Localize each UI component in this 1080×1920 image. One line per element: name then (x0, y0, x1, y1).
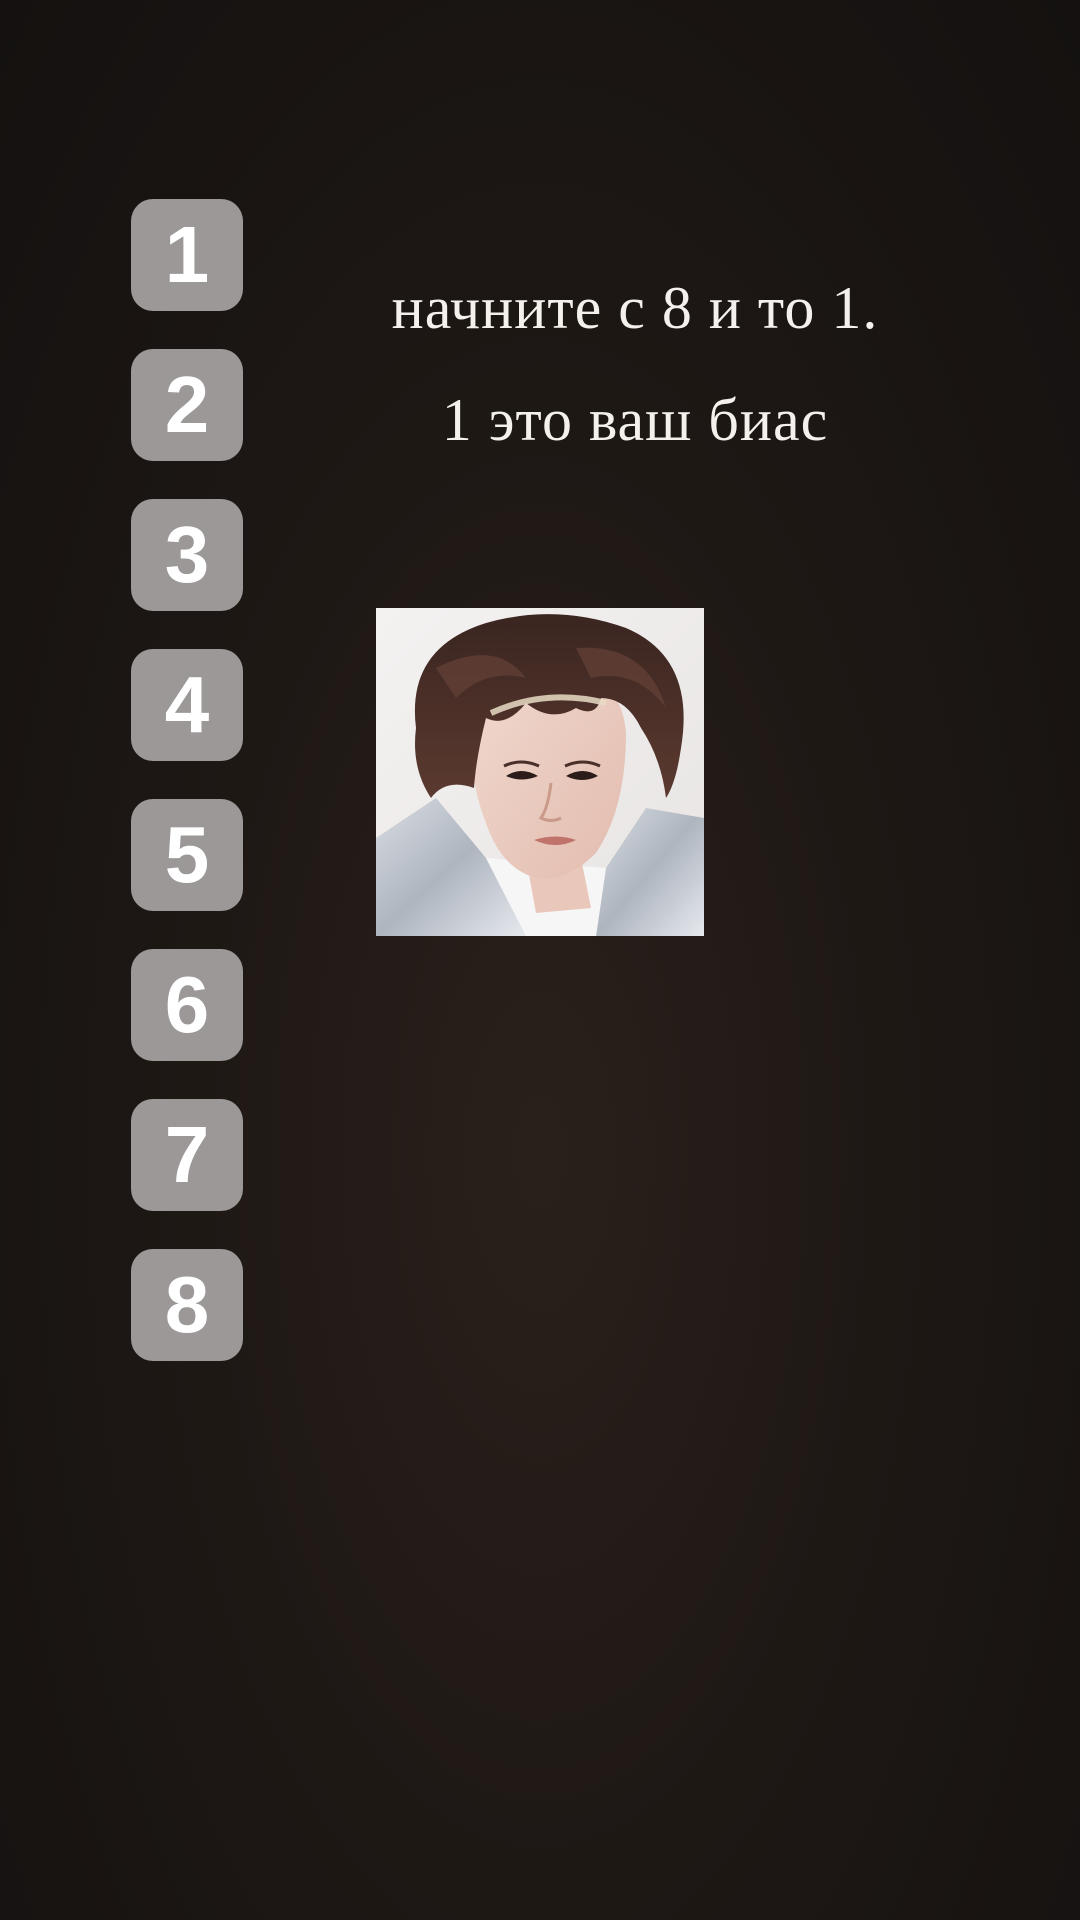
rank-slot-1[interactable]: 1 (131, 199, 243, 311)
rank-slot-3[interactable]: 3 (131, 499, 243, 611)
rank-number: 2 (164, 360, 210, 449)
rank-slot-5[interactable]: 5 (131, 799, 243, 911)
bias-note-text: 1 это ваш биас (441, 387, 829, 453)
rank-list: 1 2 3 4 5 6 7 8 (131, 199, 243, 1361)
rank-slot-2[interactable]: 2 (131, 349, 243, 461)
rank-number: 6 (164, 960, 210, 1049)
rank-number: 8 (164, 1260, 210, 1349)
portrait-photo[interactable] (376, 608, 704, 936)
rank-number: 4 (164, 660, 210, 749)
rank-slot-6[interactable]: 6 (131, 949, 243, 1061)
rank-number: 7 (164, 1110, 210, 1199)
rank-slot-8[interactable]: 8 (131, 1249, 243, 1361)
instruction-text: начните с 8 и то 1. (391, 275, 879, 341)
rank-number: 5 (164, 810, 210, 899)
rank-slot-7[interactable]: 7 (131, 1099, 243, 1211)
rank-slot-4[interactable]: 4 (131, 649, 243, 761)
rank-number: 3 (164, 510, 210, 599)
portrait-illustration (376, 608, 704, 936)
rank-number: 1 (164, 210, 210, 299)
